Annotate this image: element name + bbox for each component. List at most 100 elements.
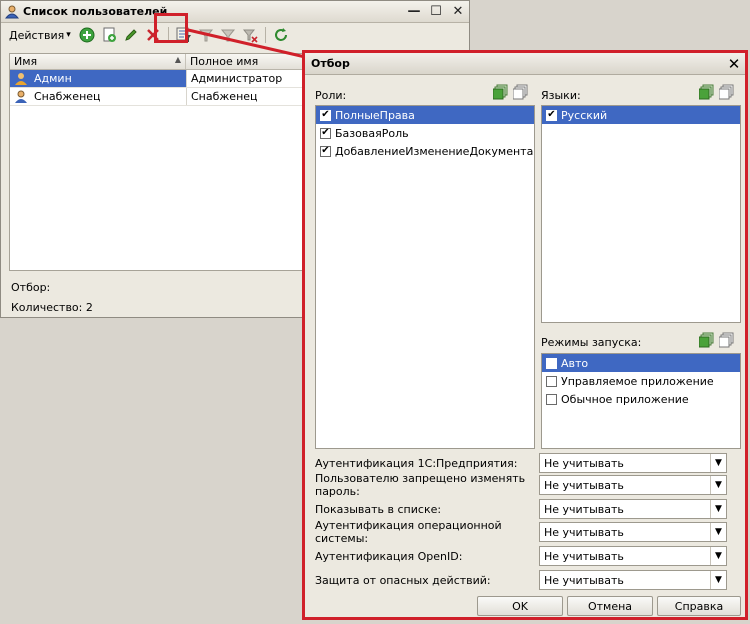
language-item[interactable]: ✔ Русский <box>542 106 740 124</box>
filter-dialog: Отбор ✕ Роли: ✔ ПолныеПрава ✔ БазоваяРол… <box>302 50 748 620</box>
role-item[interactable]: ✔ ДобавлениеИзменениеДокументаЗак... <box>316 142 534 160</box>
toolbar: Действия ▾ <box>1 23 469 47</box>
filter-select-value: Не учитывать <box>544 573 624 587</box>
filter-label: Аутентификация операционной системы: <box>315 519 502 545</box>
filter-select-value: Не учитывать <box>544 502 624 516</box>
language-label: Русский <box>561 108 608 122</box>
chevron-down-icon: ▾ <box>66 30 71 40</box>
filter-row-password-change: Пользователю запрещено изменять пароль: … <box>315 472 741 498</box>
minimize-button[interactable]: — <box>403 2 425 22</box>
refresh-button[interactable] <box>271 25 291 45</box>
filter-select-value: Не учитывать <box>544 478 624 492</box>
filter-select[interactable]: Не учитывать ▼ <box>539 522 727 542</box>
filter-label: Показывать в списке: <box>315 502 442 516</box>
filter-row-dangerous-actions: Защита от опасных действий: Не учитывать… <box>315 570 741 590</box>
chevron-down-icon[interactable]: ▼ <box>710 523 726 541</box>
ok-button[interactable]: OK <box>477 596 563 616</box>
filter-select-value: Не учитывать <box>544 456 624 470</box>
check-all-roles-button[interactable] <box>492 84 509 100</box>
role-label: ДобавлениеИзменениеДокументаЗак... <box>335 144 534 158</box>
filter-label: Аутентификация 1С:Предприятия: <box>315 456 518 470</box>
dialog-close-button[interactable]: ✕ <box>723 55 745 73</box>
user-icon <box>15 90 27 103</box>
dialog-titlebar: Отбор ✕ <box>305 53 745 75</box>
launch-modes-list: Авто Управляемое приложение Обычное прил… <box>541 353 741 449</box>
chevron-down-icon[interactable]: ▼ <box>710 571 726 589</box>
cell-name: Админ <box>10 70 186 87</box>
close-button[interactable]: ✕ <box>447 2 469 22</box>
mode-checkbox[interactable] <box>546 357 557 369</box>
cell-name-text: Снабженец <box>34 90 101 103</box>
uncheck-all-modes-button[interactable] <box>718 332 735 348</box>
mode-label: Авто <box>561 356 589 370</box>
filter-row-openid-auth: Аутентификация OpenID: Не учитывать ▼ <box>315 546 741 566</box>
filter-select[interactable]: Не учитывать ▼ <box>539 570 727 590</box>
check-all-icon <box>698 332 714 348</box>
chevron-down-icon[interactable]: ▼ <box>710 547 726 565</box>
cell-name: Снабженец <box>10 88 186 105</box>
actions-menu-button[interactable]: Действия ▾ <box>5 29 75 42</box>
uncheck-all-languages-button[interactable] <box>718 84 735 100</box>
actions-label: Действия <box>9 28 65 42</box>
roles-label: Роли: <box>315 89 347 102</box>
cancel-button[interactable]: Отмена <box>567 596 653 616</box>
cell-name-text: Админ <box>34 72 72 85</box>
column-header-name-label: Имя <box>14 55 38 68</box>
mode-item[interactable]: Авто <box>542 354 740 372</box>
user-admin-icon <box>15 72 27 85</box>
users-icon <box>5 5 19 18</box>
window-title: Список пользователей <box>23 5 168 18</box>
filter-select[interactable]: Не учитывать ▼ <box>539 475 727 495</box>
mode-item[interactable]: Обычное приложение <box>542 390 740 408</box>
mode-checkbox[interactable] <box>546 393 557 405</box>
toolbar-separator <box>264 27 266 43</box>
help-button[interactable]: Справка <box>657 596 741 616</box>
filter-select-value: Не учитывать <box>544 549 624 563</box>
sort-icon: ▲ <box>174 55 181 64</box>
copy-button[interactable] <box>99 25 119 45</box>
filter-row-os-auth: Аутентификация операционной системы: Не … <box>315 519 741 545</box>
pencil-icon <box>124 29 137 41</box>
uncheck-all-icon <box>718 84 734 100</box>
chevron-down-icon[interactable]: ▼ <box>710 500 726 518</box>
filter-row-show-in-list: Показывать в списке: Не учитывать ▼ <box>315 499 741 519</box>
filter-select[interactable]: Не учитывать ▼ <box>539 546 727 566</box>
edit-button[interactable] <box>121 25 141 45</box>
check-all-icon <box>492 84 508 100</box>
chevron-down-icon[interactable]: ▼ <box>710 454 726 472</box>
mode-label: Управляемое приложение <box>561 374 714 388</box>
chevron-down-icon[interactable]: ▼ <box>710 476 726 494</box>
check-all-languages-button[interactable] <box>698 84 715 100</box>
filter-select-value: Не учитывать <box>544 525 624 539</box>
add-button[interactable] <box>77 25 97 45</box>
highlight-frame <box>154 13 188 43</box>
filter-select[interactable]: Не учитывать ▼ <box>539 453 727 473</box>
role-item[interactable]: ✔ ПолныеПрава <box>316 106 534 124</box>
role-checkbox[interactable]: ✔ <box>320 145 331 157</box>
mode-checkbox[interactable] <box>546 375 557 387</box>
filter-select[interactable]: Не учитывать ▼ <box>539 499 727 519</box>
languages-list: ✔ Русский <box>541 105 741 323</box>
mode-item[interactable]: Управляемое приложение <box>542 372 740 390</box>
filter-label: Пользователю запрещено изменять пароль: <box>315 472 526 498</box>
uncheck-all-icon <box>718 332 734 348</box>
roles-list: ✔ ПолныеПрава ✔ БазоваяРоль ✔ Добавление… <box>315 105 535 449</box>
role-item[interactable]: ✔ БазоваяРоль <box>316 124 534 142</box>
language-checkbox[interactable]: ✔ <box>546 109 557 121</box>
filter-label: Аутентификация OpenID: <box>315 549 463 563</box>
role-label: БазоваяРоль <box>335 126 409 140</box>
role-checkbox[interactable]: ✔ <box>320 127 331 139</box>
check-all-modes-button[interactable] <box>698 332 715 348</box>
filter-row-auth-1c: Аутентификация 1С:Предприятия: Не учитыв… <box>315 453 741 473</box>
add-icon <box>79 27 95 43</box>
maximize-button[interactable]: ☐ <box>425 2 447 22</box>
copy-add-icon <box>103 27 116 42</box>
count-status: Количество: 2 <box>11 301 93 314</box>
uncheck-all-roles-button[interactable] <box>512 84 529 100</box>
modes-label: Режимы запуска: <box>541 336 642 349</box>
window-titlebar: Список пользователей — ☐ ✕ <box>1 1 469 23</box>
role-checkbox[interactable]: ✔ <box>320 109 331 121</box>
column-header-name[interactable]: Имя ▲ <box>10 54 186 69</box>
dialog-title: Отбор <box>311 57 350 70</box>
mode-label: Обычное приложение <box>561 392 689 406</box>
